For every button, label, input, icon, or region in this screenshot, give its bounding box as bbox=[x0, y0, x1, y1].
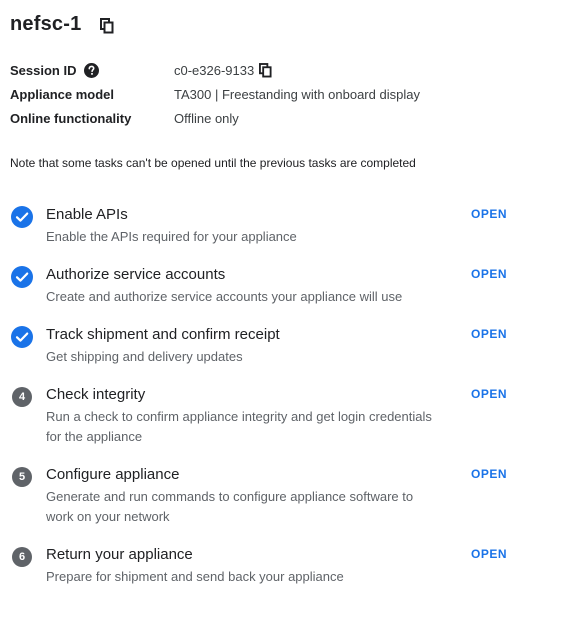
task-configure-appliance: 5 Configure appliance Generate and run c… bbox=[10, 465, 520, 545]
task-title: Enable APIs bbox=[46, 206, 128, 223]
open-return-appliance-button[interactable]: OPEN bbox=[471, 547, 507, 561]
task-return-appliance: 6 Return your appliance Prepare for ship… bbox=[10, 545, 520, 605]
task-list: Enable APIs Enable the APIs required for… bbox=[10, 205, 520, 605]
check-circle-icon bbox=[11, 266, 33, 288]
session-row: Session ID c0-e326-9133 bbox=[10, 58, 420, 82]
page-header: nefsc-1 bbox=[10, 13, 114, 36]
check-circle-icon bbox=[11, 206, 33, 228]
task-description: Enable the APIs required for your applia… bbox=[46, 229, 297, 244]
open-authorize-service-accounts-button[interactable]: OPEN bbox=[471, 267, 507, 281]
session-label: Session ID bbox=[10, 62, 77, 78]
open-track-shipment-button[interactable]: OPEN bbox=[471, 327, 507, 341]
task-order-note: Note that some tasks can't be opened unt… bbox=[10, 156, 416, 170]
check-circle-icon bbox=[11, 326, 33, 348]
session-id-value: c0-e326-9133 bbox=[174, 62, 255, 78]
open-check-integrity-button[interactable]: OPEN bbox=[471, 387, 507, 401]
online-label: Online functionality bbox=[10, 110, 132, 126]
step-number-badge: 5 bbox=[12, 467, 32, 487]
appliance-info: Session ID c0-e326-9133 Appliance model … bbox=[10, 58, 420, 130]
help-icon[interactable] bbox=[84, 62, 100, 78]
task-title: Authorize service accounts bbox=[46, 266, 226, 283]
task-description: Get shipping and delivery updates bbox=[46, 349, 243, 364]
step-number-badge: 4 bbox=[12, 387, 32, 407]
online-value: Offline only bbox=[174, 110, 239, 126]
task-title: Track shipment and confirm receipt bbox=[46, 326, 280, 343]
step-number-badge: 6 bbox=[12, 547, 32, 567]
task-description: Create and authorize service accounts yo… bbox=[46, 289, 403, 304]
task-track-shipment: Track shipment and confirm receipt Get s… bbox=[10, 325, 520, 385]
page-title: nefsc-1 bbox=[10, 13, 82, 35]
copy-icon bbox=[259, 62, 272, 77]
task-description: Prepare for shipment and send back your … bbox=[46, 569, 344, 584]
model-label: Appliance model bbox=[10, 86, 115, 102]
task-check-integrity: 4 Check integrity Run a check to confirm… bbox=[10, 385, 520, 465]
copy-icon bbox=[100, 17, 114, 33]
task-authorize-service-accounts: Authorize service accounts Create and au… bbox=[10, 265, 520, 325]
task-title: Check integrity bbox=[46, 386, 146, 403]
online-row: Online functionality Offline only bbox=[10, 106, 420, 130]
model-row: Appliance model TA300 | Freestanding wit… bbox=[10, 82, 420, 106]
open-configure-appliance-button[interactable]: OPEN bbox=[471, 467, 507, 481]
open-enable-apis-button[interactable]: OPEN bbox=[471, 207, 507, 221]
model-value: TA300 | Freestanding with onboard displa… bbox=[174, 86, 420, 102]
task-description: Generate and run commands to configure a… bbox=[46, 489, 414, 524]
task-enable-apis: Enable APIs Enable the APIs required for… bbox=[10, 205, 520, 265]
copy-session-id-button[interactable] bbox=[259, 62, 272, 78]
task-title: Configure appliance bbox=[46, 466, 180, 483]
task-title: Return your appliance bbox=[46, 546, 193, 563]
copy-title-button[interactable] bbox=[100, 17, 114, 34]
task-description: Run a check to confirm appliance integri… bbox=[46, 409, 432, 444]
